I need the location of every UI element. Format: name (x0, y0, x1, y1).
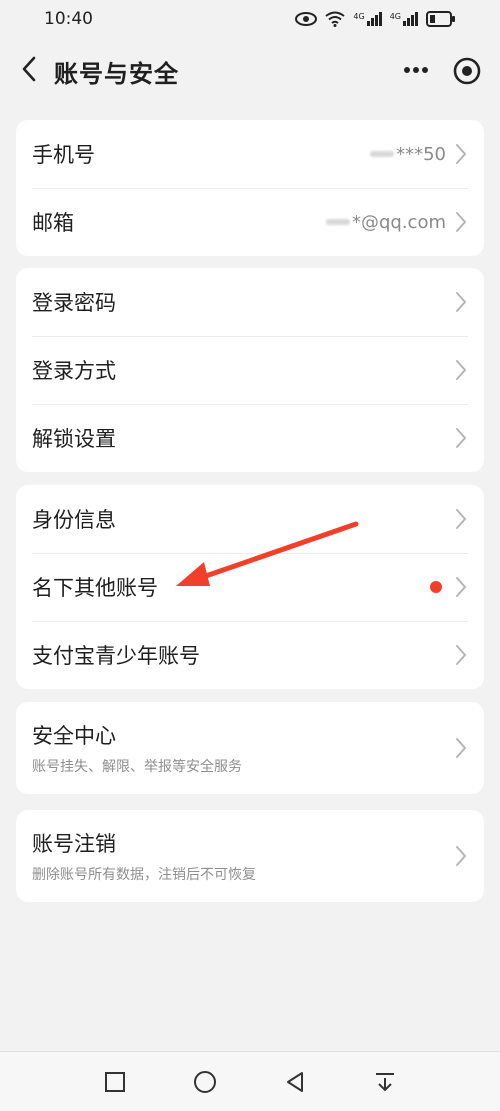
row-label: 名下其他账号 (32, 576, 158, 600)
red-dot-badge (430, 581, 442, 593)
row-identity-info[interactable]: 身份信息 (16, 485, 484, 553)
row-label: 身份信息 (32, 508, 116, 532)
status-bar: 10:40 4G 4G (0, 0, 500, 38)
network-type-1: 4G (353, 12, 365, 21)
chevron-right-icon (454, 358, 468, 382)
row-texts: 账号注销 删除账号所有数据，注销后不可恢复 (32, 828, 454, 884)
chevron-right-icon (454, 142, 468, 166)
more-button[interactable] (396, 54, 436, 86)
eye-icon (295, 12, 318, 26)
battery-icon (426, 11, 455, 27)
login-settings-card: 登录密码 登录方式 解锁设置 (16, 268, 484, 472)
row-subtitle: 账号挂失、解限、举报等安全服务 (32, 759, 242, 775)
signal-bar (415, 12, 418, 26)
signal-bar (407, 18, 410, 26)
signal-2: 4G (390, 12, 418, 26)
row-label: 邮箱 (32, 211, 74, 235)
chevron-right-icon (454, 643, 468, 667)
more-dots-icon (404, 67, 428, 73)
row-security-center[interactable]: 安全中心 账号挂失、解限、举报等安全服务 (16, 702, 484, 794)
triangle-back-icon (287, 1071, 303, 1092)
chevron-left-icon (22, 56, 36, 82)
account-cancel-card: 账号注销 删除账号所有数据，注销后不可恢复 (16, 810, 484, 902)
chevron-right-icon (454, 290, 468, 314)
close-miniapp-button[interactable] (450, 54, 484, 88)
chevron-right-icon (454, 507, 468, 531)
notification-pull-button[interactable] (365, 1062, 405, 1102)
row-value: ***50 (396, 143, 446, 165)
row-label: 安全中心 (32, 724, 116, 748)
masked-blur (325, 219, 350, 225)
circle-icon (194, 1070, 216, 1093)
row-account-cancel[interactable]: 账号注销 删除账号所有数据，注销后不可恢复 (16, 810, 484, 902)
network-type-2: 4G (389, 12, 401, 21)
row-unlock-settings[interactable]: 解锁设置 (16, 404, 484, 472)
security-center-card: 安全中心 账号挂失、解限、举报等安全服务 (16, 702, 484, 794)
chevron-right-icon (454, 844, 468, 868)
row-email[interactable]: 邮箱 *@qq.com (16, 188, 484, 256)
chevron-right-icon (454, 426, 468, 450)
signal-bar (370, 18, 374, 26)
signal-1: 4G (353, 12, 382, 26)
header: 账号与安全 (0, 38, 500, 102)
square-icon (105, 1071, 125, 1092)
row-subtitle: 删除账号所有数据，注销后不可恢复 (32, 867, 256, 883)
chevron-right-icon (454, 210, 468, 234)
chevron-right-icon (454, 736, 468, 760)
row-label: 解锁设置 (32, 427, 116, 451)
row-value: *@qq.com (351, 211, 446, 233)
row-phone[interactable]: 手机号 ***50 (16, 120, 484, 188)
masked-blur (370, 151, 395, 157)
system-nav-bar (0, 1051, 500, 1111)
account-contact-card: 手机号 ***50 邮箱 *@qq.com (16, 120, 484, 256)
status-icons: 4G 4G (295, 11, 456, 27)
home-button[interactable] (185, 1062, 225, 1102)
signal-bar (403, 21, 406, 26)
row-label: 登录方式 (32, 359, 116, 383)
signal-bar (411, 15, 414, 26)
row-login-method[interactable]: 登录方式 (16, 336, 484, 404)
back-button[interactable] (12, 52, 46, 86)
pull-down-icon (376, 1072, 394, 1091)
signal-bar (378, 12, 382, 26)
row-label: 登录密码 (32, 291, 116, 315)
chevron-right-icon (454, 575, 468, 599)
row-label: 支付宝青少年账号 (32, 644, 200, 668)
row-other-accounts[interactable]: 名下其他账号 (16, 553, 484, 621)
signal-bar (374, 15, 378, 26)
row-teen-account[interactable]: 支付宝青少年账号 (16, 621, 484, 689)
signal-bar (366, 21, 370, 26)
row-login-password[interactable]: 登录密码 (16, 268, 484, 336)
target-icon (453, 57, 481, 85)
page-title: 账号与安全 (54, 60, 179, 88)
wifi-icon (325, 11, 346, 27)
identity-card: 身份信息 名下其他账号 支付宝青少年账号 (16, 485, 484, 689)
recent-apps-button[interactable] (95, 1062, 135, 1102)
status-time: 10:40 (44, 9, 93, 29)
row-texts: 安全中心 账号挂失、解限、举报等安全服务 (32, 720, 454, 776)
row-label: 手机号 (32, 143, 95, 167)
back-nav-button[interactable] (275, 1062, 315, 1102)
row-label: 账号注销 (32, 832, 116, 856)
